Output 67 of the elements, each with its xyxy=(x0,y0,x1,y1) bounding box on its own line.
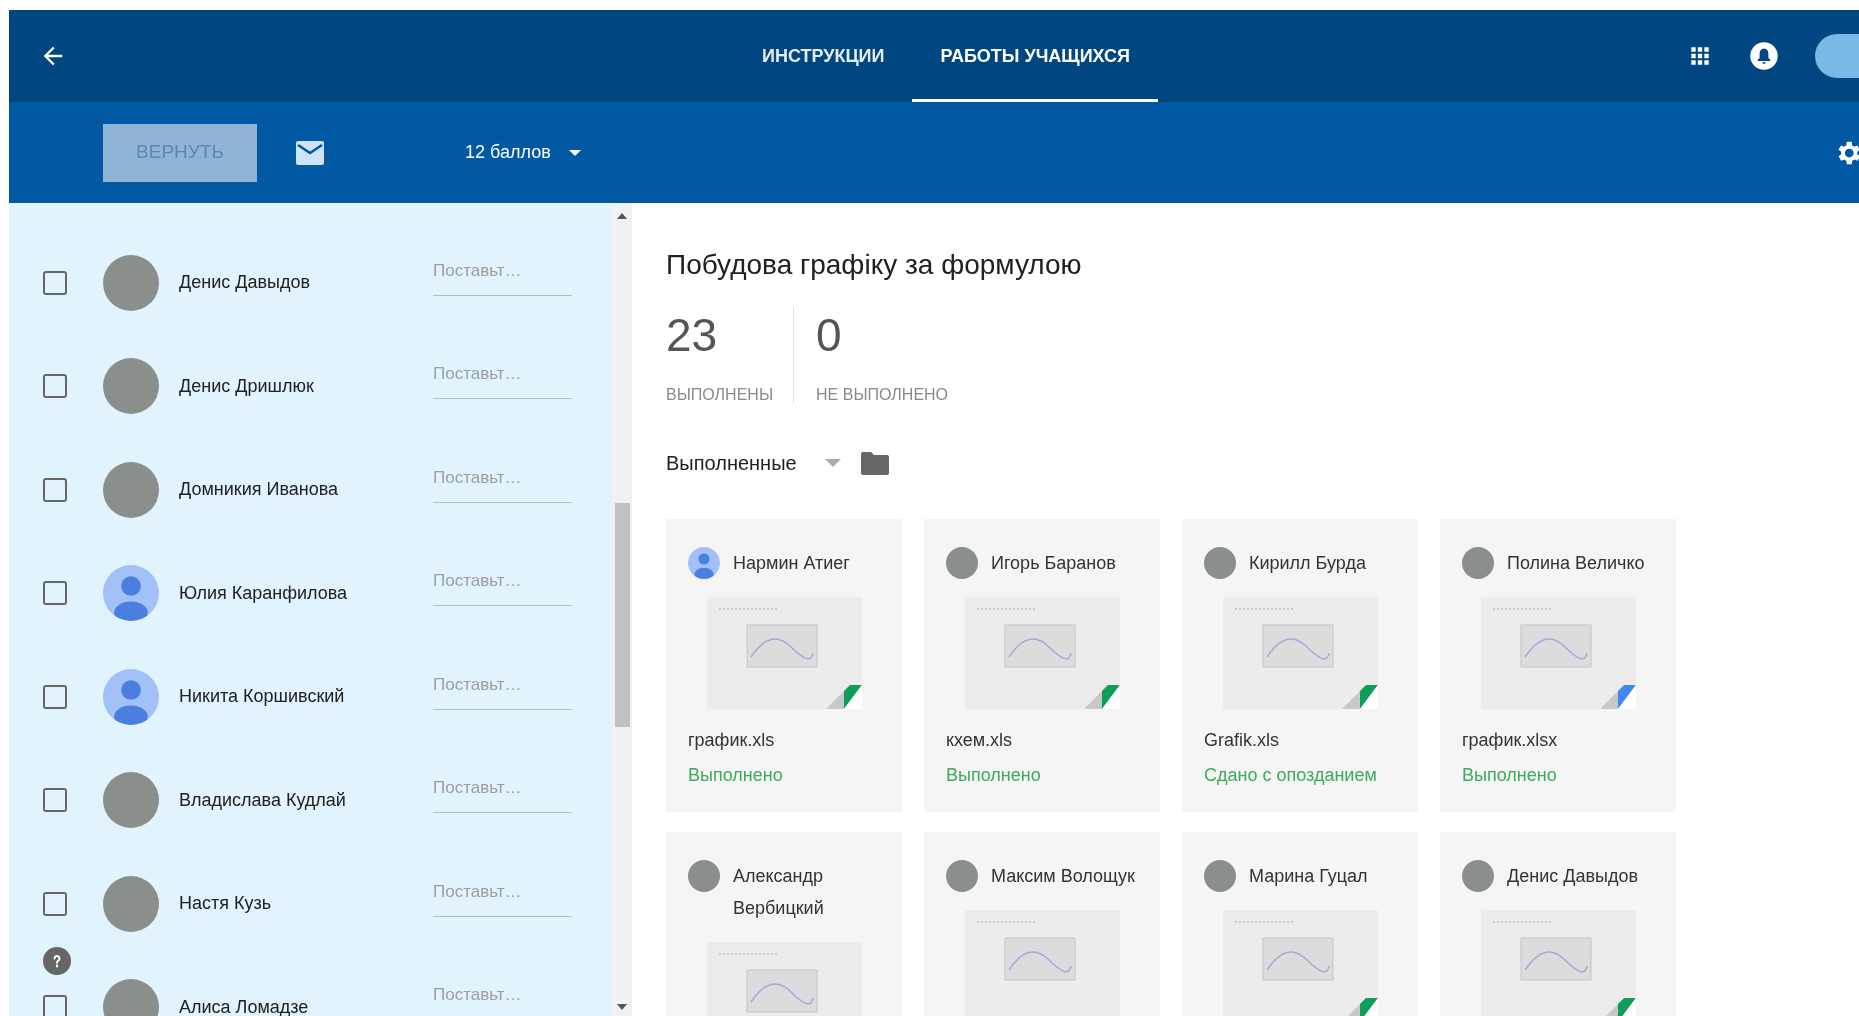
submission-card[interactable]: Кирилл Бурда Grafik.xls Сдано с опозданием xyxy=(1182,519,1418,812)
student-name: Максим Волощук xyxy=(991,865,1135,888)
help-icon[interactable] xyxy=(43,947,71,975)
student-name: Нармин Атиег xyxy=(733,552,850,575)
file-name: график.xls xyxy=(688,729,776,752)
submission-card[interactable]: Александр Вербицкий xyxy=(666,832,902,1016)
student-name: Денис Давыдов xyxy=(1507,865,1638,888)
student-name: Алиса Ломадзе xyxy=(179,995,310,1016)
avatar-photo-placeholder xyxy=(1462,860,1494,892)
submission-card[interactable]: Максим Волощук xyxy=(924,832,1160,1016)
student-name: Кирилл Бурда xyxy=(1249,552,1366,575)
avatar-photo-placeholder xyxy=(946,860,978,892)
student-name: Марина Гуцал xyxy=(1249,865,1368,888)
caret-icon xyxy=(568,149,581,156)
account-avatar[interactable] xyxy=(1815,34,1859,78)
tab[interactable]: ИНСТРУКЦИИ xyxy=(734,10,913,102)
file-name: график.xlsx xyxy=(1462,729,1559,752)
avatar-photo-placeholder xyxy=(1204,860,1236,892)
avatar-photo-placeholder xyxy=(946,547,978,579)
stat-value: 23 xyxy=(666,308,719,363)
student-name: Настя Кузь xyxy=(179,892,273,916)
avatar-photo-placeholder xyxy=(1462,547,1494,579)
checkbox[interactable] xyxy=(43,270,67,295)
student-name: Юлия Каранфилова xyxy=(179,581,349,605)
stat-label: ВЫПОЛНЕНЫ xyxy=(666,385,774,405)
assignment-title: Побудова графіку за формулою xyxy=(666,248,1083,282)
file-name: кхем.xls xyxy=(946,729,1014,752)
student-name: Александр Вербицкий xyxy=(733,865,825,920)
scrollbar-thumb[interactable] xyxy=(614,503,630,727)
submission-status: Выполнено xyxy=(946,764,1042,787)
submission-card[interactable]: Денис Давыдов xyxy=(1440,832,1676,1016)
checkbox[interactable] xyxy=(43,581,67,606)
notifications-bell-icon[interactable] xyxy=(1749,41,1779,71)
scroll-down-icon[interactable] xyxy=(617,1004,627,1010)
student-name: Никита Коршивский xyxy=(179,685,346,709)
folder-icon[interactable] xyxy=(860,451,889,475)
checkbox[interactable] xyxy=(43,684,67,709)
avatar-photo-placeholder xyxy=(1204,547,1236,579)
scrollbar[interactable] xyxy=(612,203,632,1016)
submission-status: Выполнено xyxy=(688,764,784,787)
file-name: Grafik.xls xyxy=(1204,729,1280,752)
stat-label: НЕ ВЫПОЛНЕНО xyxy=(816,385,949,405)
submission-card[interactable]: Марина Гуцал xyxy=(1182,832,1418,1016)
stat-value: 0 xyxy=(816,308,843,363)
student-name: Игорь Баранов xyxy=(991,552,1116,575)
checkbox[interactable] xyxy=(43,995,67,1016)
submission-card[interactable]: Игорь Баранов кхем.xls Выполнено xyxy=(924,519,1160,812)
student-name: Денис Дришлюк xyxy=(179,374,315,398)
default-avatar-icon xyxy=(688,547,720,579)
submission-card[interactable]: Полина Величко график.xlsx Выполнено xyxy=(1440,519,1676,812)
submission-status: Сдано с опозданием xyxy=(1204,764,1378,787)
student-name: Владислава Кудлай xyxy=(179,788,347,812)
points-dropdown[interactable]: 12 баллов xyxy=(465,139,581,166)
student-name: Домникия Иванова xyxy=(179,478,340,502)
caret-icon xyxy=(824,459,841,467)
scroll-up-icon[interactable] xyxy=(617,213,627,219)
checkbox[interactable] xyxy=(43,788,67,813)
submission-card[interactable]: Нармин Атиег график.xls Выполнено xyxy=(666,519,902,812)
avatar-photo-placeholder xyxy=(688,860,720,892)
filter-dropdown[interactable]: Выполненные xyxy=(666,448,841,478)
checkbox[interactable] xyxy=(43,374,67,399)
student-name: Полина Величко xyxy=(1507,552,1645,575)
checkbox[interactable] xyxy=(43,477,67,502)
student-name: Денис Давыдов xyxy=(179,271,311,295)
submission-status: Выполнено xyxy=(1462,764,1558,787)
checkbox[interactable] xyxy=(43,891,67,916)
email-icon[interactable] xyxy=(295,139,325,166)
